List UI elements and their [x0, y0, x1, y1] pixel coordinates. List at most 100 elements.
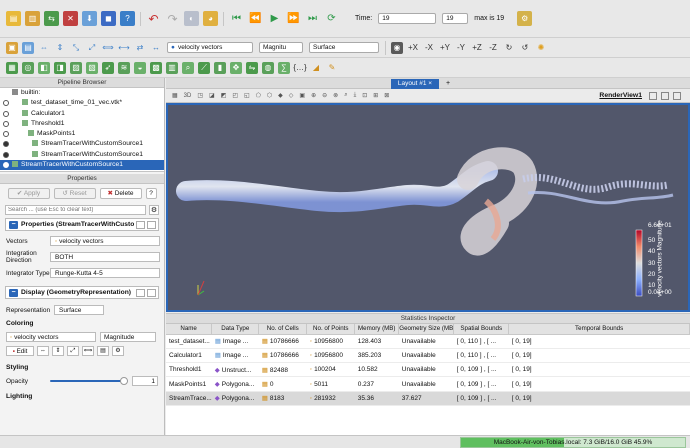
column-header[interactable]: No. of Points — [306, 324, 356, 335]
color-array-select[interactable]: ● velocity vectors — [167, 42, 253, 53]
table-row[interactable]: MaskPoints1 ◆ Polygona... ▦ 0 ◦ 5011 0.237 Unava… — [166, 376, 690, 392]
interactive-select-icon[interactable]: ⬡ — [267, 92, 272, 99]
view-mode-3d-button[interactable]: 3D — [184, 93, 192, 99]
memory-usage-indicator[interactable]: MacBook-Air-von-Tobias.local: 7.3 GiB/16… — [460, 437, 686, 448]
visibility-eye-icon[interactable] — [3, 100, 9, 107]
clip-icon[interactable]: ◧ — [38, 61, 50, 74]
set-view-plus-z-icon[interactable]: +Z — [471, 42, 483, 54]
maximize-icon[interactable] — [673, 91, 681, 100]
advanced-gear-icon[interactable]: ⚙ — [149, 205, 159, 215]
paste-icon[interactable] — [147, 220, 156, 229]
column-header[interactable]: Data Type — [211, 324, 260, 335]
rescale-button[interactable]: ⇔ — [37, 346, 49, 356]
pencil-icon[interactable]: ✎ — [326, 62, 338, 74]
python-shell-icon[interactable]: {…} — [293, 62, 306, 74]
edit-colormap-button[interactable]: ▪ Edit — [6, 346, 34, 356]
opacity-slider-handle[interactable] — [120, 377, 128, 385]
light-icon[interactable]: ✺ — [535, 42, 547, 54]
toggle-color-legend-icon[interactable]: ▤ — [22, 41, 34, 54]
reflect-icon[interactable]: ⇋ — [246, 61, 258, 74]
set-view-minus-z-icon[interactable]: -Z — [487, 42, 499, 54]
copy-icon[interactable] — [136, 220, 145, 229]
table-row[interactable]: test_dataset... ▦ Image ... ▦ 10786666 ◦ 10956… — [166, 334, 690, 349]
column-header[interactable]: Memory (MB) — [354, 324, 400, 335]
pipeline-item-threshold[interactable]: Threshold1 — [0, 119, 164, 129]
glyph-icon[interactable]: ➶ — [102, 61, 114, 74]
pipeline-item-streamtracer-selected[interactable]: StreamTracerWithCustomSource1 — [0, 160, 164, 171]
rescale-custom-icon[interactable]: ⟺ — [102, 42, 114, 54]
select-frustum-points-icon[interactable]: ◱ — [244, 92, 250, 99]
set-view-plus-y-icon[interactable]: +Y — [439, 42, 451, 54]
zoom-closest-icon[interactable]: ⇕ — [54, 42, 66, 54]
plot-over-line-icon[interactable]: ⟋ — [198, 61, 210, 74]
integration-direction-select[interactable]: BOTH — [50, 252, 160, 262]
select-frustum-icon[interactable]: ◰ — [232, 92, 238, 99]
calculator-icon[interactable]: ▦ — [6, 61, 18, 74]
visibility-eye-icon[interactable] — [3, 110, 9, 117]
column-header[interactable]: Geometry Size (MB — [398, 324, 455, 335]
contour-icon[interactable]: ◎ — [22, 61, 34, 74]
opacity-slider[interactable] — [50, 377, 128, 385]
representation-select[interactable]: Surface — [54, 305, 104, 315]
split-horizontal-icon[interactable] — [649, 91, 657, 100]
clear-selection-icon[interactable]: ⊗ — [333, 92, 338, 99]
select-points-icon[interactable]: ◩ — [221, 92, 227, 99]
extract-level-icon[interactable]: ▥ — [166, 61, 178, 74]
opacity-input[interactable]: 1 — [132, 376, 158, 386]
time-step-spinbox[interactable]: 19 — [442, 13, 469, 24]
slice-icon[interactable]: ◨ — [54, 61, 66, 74]
coloring-select[interactable]: ◦ velocity vectors — [6, 332, 96, 342]
query-icon[interactable]: ⌕ — [182, 61, 194, 74]
edit-colormap-icon[interactable]: ⇄ — [134, 42, 146, 54]
split-view-icon[interactable]: ▦ — [172, 92, 178, 99]
table-row[interactable]: Calculator1 ▦ Image ... ▦ 10786666 ◦ 10956800 3… — [166, 348, 690, 364]
zoom-to-box-icon[interactable]: ⊡ — [362, 92, 367, 99]
show-legend-button[interactable]: ▤ — [97, 346, 109, 356]
open-folder-icon[interactable]: ▤ — [6, 11, 21, 26]
properties-section-header[interactable]: − Properties (StreamTracerWithCustor — [5, 218, 159, 231]
paste-icon[interactable] — [147, 288, 156, 297]
reset-camera-icon[interactable]: ▣ — [6, 41, 18, 54]
interact-select-icon[interactable]: ⤡ — [70, 42, 82, 54]
close-tab-icon[interactable]: × — [428, 80, 432, 87]
rescale-visible-icon[interactable]: ⟷ — [118, 42, 130, 54]
table-row[interactable]: Threshold1 ◆ Unstruct... ▦ 82488 ◦ 100204 10.58… — [166, 362, 690, 378]
disconnect-icon[interactable]: ✕ — [63, 11, 78, 26]
delete-button[interactable]: ✖ Delete — [99, 188, 142, 199]
help-icon[interactable]: ? — [120, 11, 135, 26]
macro-icon[interactable]: ◼ — [101, 11, 116, 26]
threshold-icon[interactable]: ▨ — [70, 61, 82, 74]
column-header[interactable]: Name — [166, 324, 213, 335]
split-vertical-icon[interactable] — [661, 91, 669, 100]
save-data-icon[interactable]: ▥ — [25, 11, 40, 26]
pipeline-item-streamtracer[interactable]: StreamTracerWithCustomSource1 — [0, 150, 164, 160]
rescale-visible-button[interactable]: ⤢ — [67, 346, 79, 356]
extract-subset-icon[interactable]: ▧ — [86, 61, 98, 74]
camera-undo-icon[interactable]: ◐ — [184, 11, 199, 26]
visibility-eye-icon[interactable] — [3, 162, 9, 169]
stream-tracer-icon[interactable]: ≋ — [118, 61, 130, 74]
connect-icon[interactable]: ⇆ — [44, 11, 59, 26]
set-view-minus-x-icon[interactable]: -X — [423, 42, 435, 54]
pipeline-item-dataset[interactable]: test_dataset_time_01_vec.vtk* — [0, 98, 164, 108]
column-header[interactable]: No. of Cells — [258, 324, 308, 335]
python-calculator-icon[interactable]: ∑ — [278, 61, 290, 74]
visibility-eye-icon[interactable] — [3, 120, 9, 127]
tube-icon[interactable]: ◍ — [262, 61, 274, 74]
extract-selection-icon[interactable]: ⤓ — [354, 92, 357, 99]
redo-icon[interactable]: ↷ — [165, 11, 180, 26]
load-state-icon[interactable]: ⬇ — [82, 11, 97, 26]
pipeline-item-streamtracer[interactable]: StreamTracerWithCustomSource1 — [0, 139, 164, 149]
choose-preset-button[interactable]: ⚙ — [112, 346, 124, 356]
copy-icon[interactable] — [136, 288, 145, 297]
set-view-plus-x-icon[interactable]: +X — [407, 42, 419, 54]
render-view[interactable]: 6.6e+01 50 40 30 20 10 0.0e+00 velocity vect… — [166, 103, 690, 312]
display-section-header[interactable]: − Display (GeometryRepresentation) — [5, 286, 159, 299]
zoom-data-icon[interactable]: ⇔ — [38, 42, 50, 54]
set-view-minus-y-icon[interactable]: -Y — [455, 42, 467, 54]
group-icon[interactable]: ▩ — [150, 61, 162, 74]
pipeline-item-builtin[interactable]: builtin: — [0, 88, 164, 98]
reset-camera-view-icon[interactable]: ◳ — [197, 92, 203, 99]
reset-button[interactable]: ↺ Reset — [53, 188, 96, 199]
component-select[interactable]: Magnitu — [259, 42, 303, 53]
